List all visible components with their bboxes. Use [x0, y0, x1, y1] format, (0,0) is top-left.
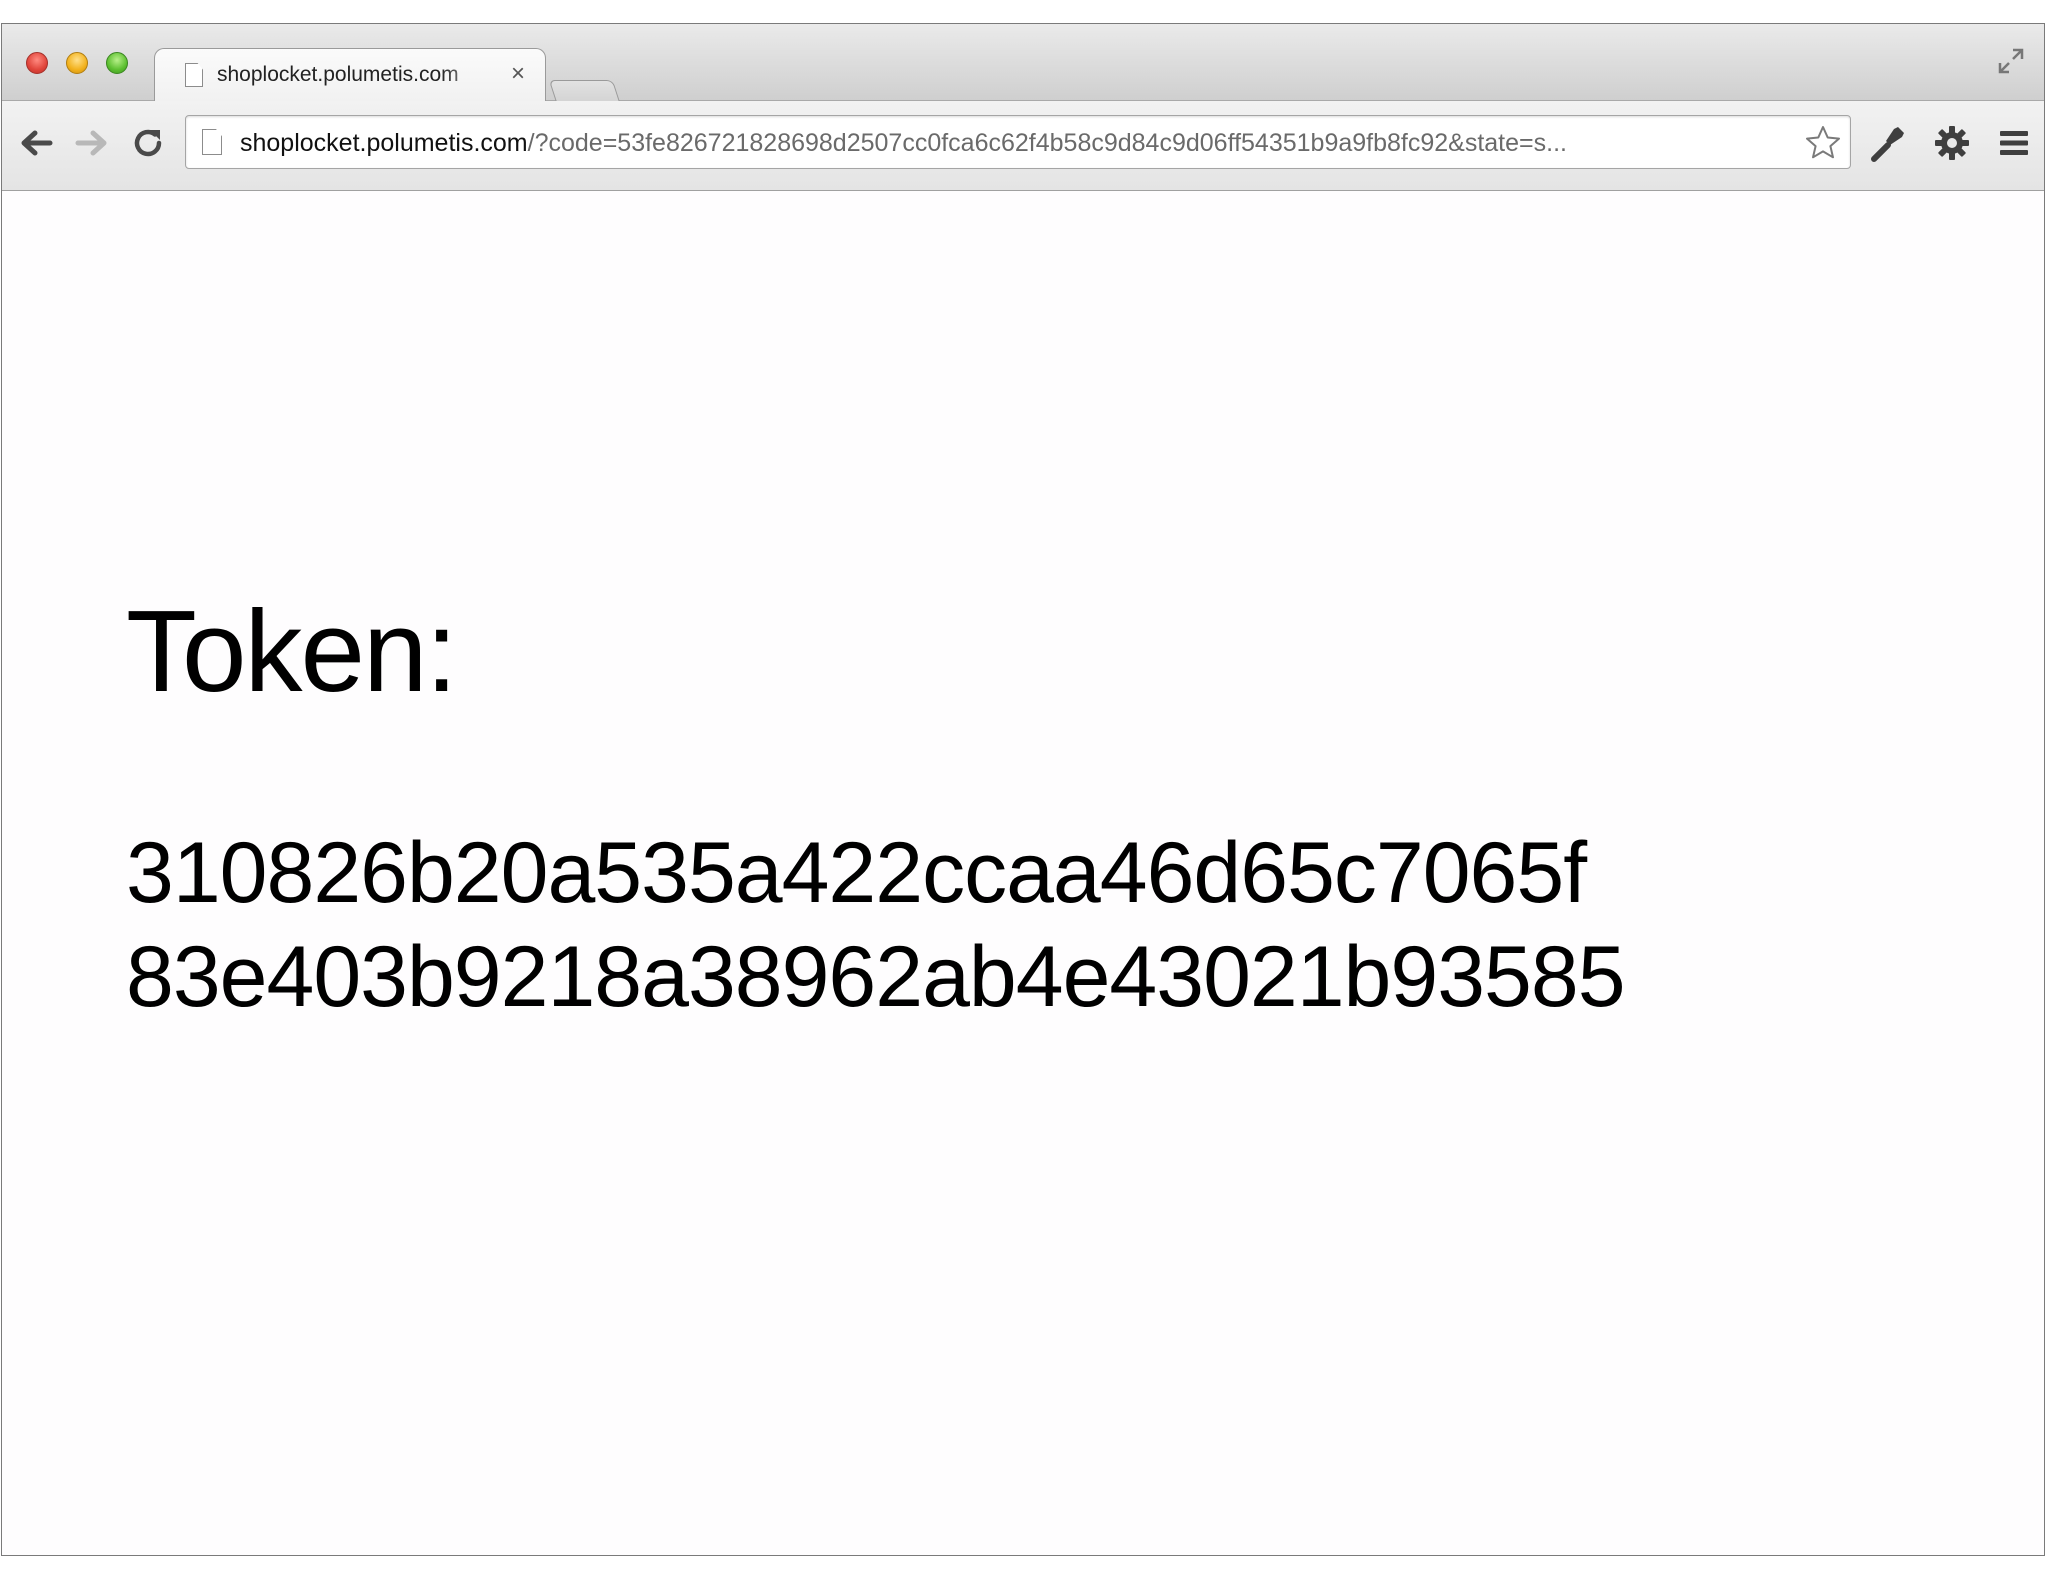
token-line-2: 83e403b9218a38962ab4e43021b93585	[126, 929, 1626, 1025]
menu-icon[interactable]	[1994, 123, 2034, 163]
fullscreen-icon[interactable]	[1996, 46, 2026, 76]
tab-strip: shoplocket.polumetis.com ×	[2, 24, 2044, 112]
address-bar[interactable]: shoplocket.polumetis.com/?code=53fe82672…	[185, 115, 1851, 169]
zoom-window-button[interactable]	[106, 52, 128, 74]
tab-close-icon[interactable]: ×	[511, 60, 525, 88]
url-host: shoplocket.polumetis.com	[240, 129, 528, 157]
tab-active[interactable]: shoplocket.polumetis.com ×	[154, 48, 546, 101]
reload-icon[interactable]	[130, 125, 166, 161]
url-path: /?code=53fe826721828698d2507cc0fca6c62f4…	[527, 129, 1567, 157]
gear-icon[interactable]	[1932, 123, 1972, 163]
token-line-1: 310826b20a535a422ccaa46d65c7065f	[126, 825, 1587, 921]
page-content: Token: 310826b20a535a422ccaa46d65c7065f …	[2, 191, 2044, 1555]
token-value: 310826b20a535a422ccaa46d65c7065f 83e403b…	[126, 821, 1886, 1029]
token-label: Token:	[126, 586, 458, 716]
browser-window: shoplocket.polumetis.com × shoplocket.po…	[1, 23, 2045, 1556]
minimize-window-button[interactable]	[66, 52, 88, 74]
page-icon	[185, 63, 203, 87]
wrench-icon[interactable]	[1868, 123, 1908, 163]
tab-title: shoplocket.polumetis.com	[217, 63, 459, 86]
close-window-button[interactable]	[26, 52, 48, 74]
back-arrow-icon[interactable]	[18, 125, 54, 161]
forward-arrow-icon[interactable]	[74, 125, 110, 161]
toolbar: shoplocket.polumetis.com/?code=53fe82672…	[2, 101, 2044, 191]
address-bar-url[interactable]: shoplocket.polumetis.com/?code=53fe82672…	[240, 128, 1780, 158]
page-icon	[202, 129, 222, 155]
star-icon[interactable]	[1804, 124, 1842, 162]
